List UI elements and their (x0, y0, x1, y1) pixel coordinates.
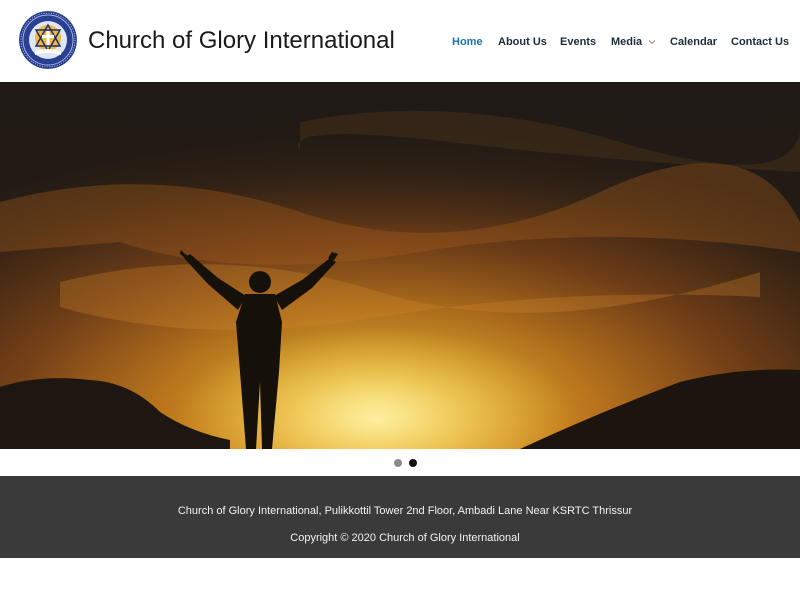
hero-slider[interactable] (0, 82, 800, 449)
slider-dot-2-active[interactable] (409, 459, 417, 467)
slider-dot-1[interactable] (394, 459, 402, 467)
nav-item-media-label: Media (611, 36, 643, 48)
nav-item-media[interactable]: Media (611, 35, 656, 49)
nav-item-home[interactable]: Home (452, 35, 483, 49)
site-header: Church of Glory International Home About… (0, 0, 800, 82)
site-title[interactable]: Church of Glory International (88, 26, 395, 56)
footer-address: Church of Glory International, Pulikkott… (177, 505, 633, 517)
slider-pagination (0, 449, 800, 476)
nav-item-contact-us[interactable]: Contact Us (731, 35, 789, 49)
footer-copyright: Copyright © 2020 Church of Glory Interna… (290, 532, 520, 544)
nav-item-events[interactable]: Events (560, 35, 596, 49)
chevron-down-icon (648, 40, 656, 45)
site-footer: Church of Glory International, Pulikkott… (0, 476, 800, 558)
nav-item-calendar[interactable]: Calendar (670, 35, 717, 49)
church-logo-icon[interactable] (19, 11, 77, 69)
nav-item-about-us[interactable]: About Us (498, 35, 547, 49)
hero-image (0, 82, 800, 449)
